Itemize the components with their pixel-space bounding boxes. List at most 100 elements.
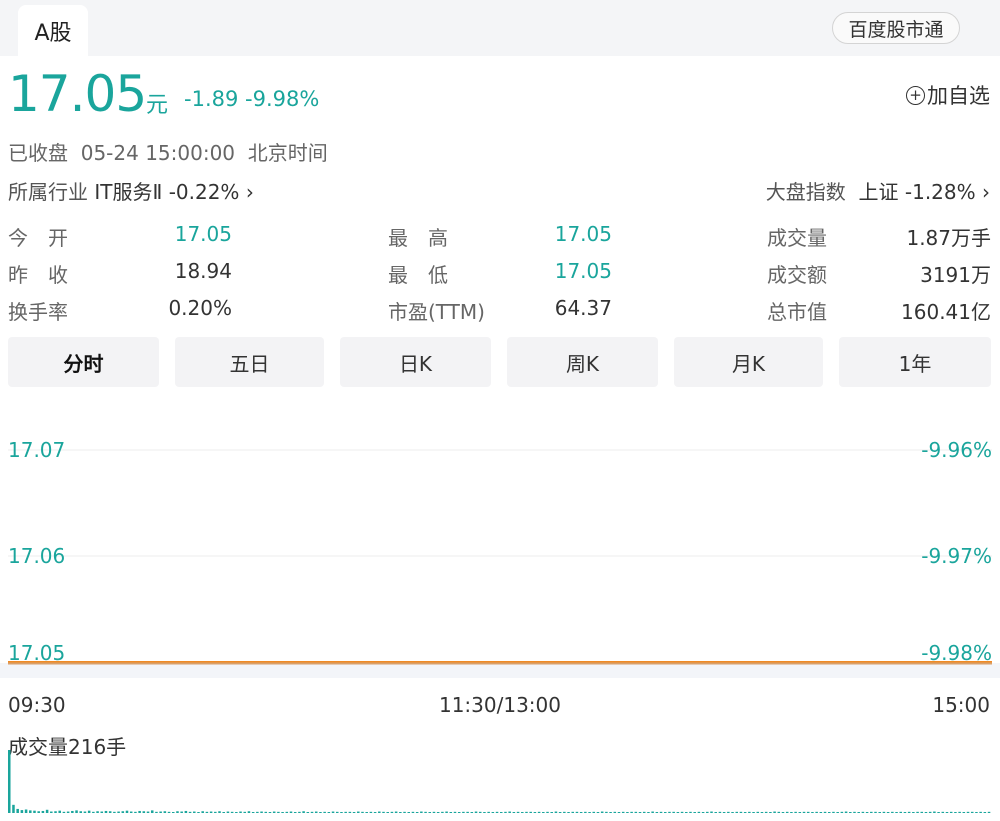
industry-name: IT服务Ⅱ [94, 180, 163, 204]
price-lines [8, 661, 992, 665]
volume-bar [407, 812, 411, 813]
volume-bar [693, 812, 696, 813]
chart-grid [0, 449, 1000, 678]
volume-bar [718, 811, 722, 813]
volume-bar [832, 811, 835, 813]
volume-bar [949, 811, 953, 813]
volume-bar [390, 811, 394, 813]
volume-bar [113, 811, 116, 813]
volume-bar [457, 812, 461, 813]
volume-bar [722, 812, 726, 813]
volume-bar [575, 811, 579, 813]
tab-one-year[interactable]: 1年 [839, 337, 991, 387]
pe-value: 64.37 [554, 296, 612, 320]
volume-bar [41, 810, 45, 813]
volume-bar [415, 812, 419, 813]
add-watchlist-button[interactable]: + 加自选 [906, 80, 990, 110]
tab-five-day[interactable]: 五日 [175, 337, 324, 387]
chart-labels: 17.07 17.06 17.05 -9.96% -9.97% -9.98% 09:30 11… [8, 438, 992, 759]
industry-label: 所属行业 [8, 180, 88, 204]
volume-bar [104, 810, 108, 813]
volume-bar [638, 812, 642, 813]
amount-label: 成交额 [767, 263, 827, 287]
volume-bar [878, 812, 881, 813]
volume-bar [462, 811, 465, 813]
volume-bar [201, 811, 204, 813]
volume-bar [54, 811, 57, 813]
tab-intraday[interactable]: 分时 [8, 337, 159, 387]
high-value: 17.05 [554, 222, 612, 246]
time-axis-label: 15:00 [932, 693, 990, 717]
volume-bar [958, 811, 961, 813]
market-status: 已收盘 05-24 15:00:00 北京时间 [8, 137, 328, 166]
volume-bar [798, 812, 802, 813]
industry-link[interactable]: 所属行业 IT服务Ⅱ -0.22% › [8, 176, 254, 205]
volume-bar [865, 812, 869, 813]
market-tab-a-share[interactable]: A股 [18, 5, 88, 56]
volume-bar [962, 812, 966, 813]
volume-bar [348, 811, 352, 813]
market-index-link[interactable]: 大盘指数 上证 -1.28% › [766, 176, 990, 205]
volume-bar [298, 811, 301, 813]
volume-bar [121, 811, 125, 813]
volume-bar [630, 811, 633, 813]
volume-bar [735, 811, 739, 813]
volume-bar [340, 812, 343, 813]
volume-bar [760, 812, 764, 813]
volume-bar [571, 811, 575, 813]
volume-bar [546, 811, 549, 813]
volume-bar [129, 811, 133, 813]
volume-bar [478, 811, 482, 813]
volume-bar [62, 811, 66, 813]
volume-bar [941, 811, 945, 813]
volume-bar [928, 811, 932, 813]
volume-bar [453, 811, 457, 813]
tab-weekly-k[interactable]: 周K [507, 337, 658, 387]
volume-bar [870, 811, 873, 813]
chevron-right-icon: › [245, 180, 254, 204]
volume-bar [58, 810, 61, 813]
volume-bar [550, 812, 553, 813]
status-state: 已收盘 [8, 141, 68, 165]
volume-bar [743, 812, 747, 813]
volume-bar [150, 810, 154, 814]
volume-bar [785, 811, 789, 813]
volume-bar [828, 812, 831, 813]
volume-bar [487, 811, 490, 813]
volume-bar [96, 811, 99, 813]
volume-bar [50, 811, 53, 813]
status-timezone: 北京时间 [247, 141, 328, 165]
volume-bar [12, 804, 15, 813]
volume-bar [180, 811, 183, 813]
volume-bar [554, 811, 558, 813]
tab-daily-k[interactable]: 日K [340, 337, 491, 387]
volume-bar [806, 811, 810, 813]
volume-bar [537, 811, 541, 813]
pe-label: 市盈(TTM) [388, 300, 485, 324]
volume-bar [613, 811, 617, 813]
volume-bar [411, 811, 415, 813]
volume-bar [420, 811, 423, 813]
volume-bar [365, 812, 368, 813]
volume-bar [886, 812, 890, 813]
volume-bar [634, 811, 638, 813]
volume-bar [441, 811, 444, 813]
volume-bar [642, 811, 646, 813]
intraday-chart[interactable]: 17.07 17.06 17.05 -9.96% -9.97% -9.98% 09:30 11… [0, 400, 1000, 821]
tab-monthly-k[interactable]: 月K [674, 337, 823, 387]
volume-bar [394, 811, 398, 813]
open-label: 今 开 [8, 226, 68, 250]
baidu-stock-button[interactable]: 百度股市通 [832, 12, 960, 44]
volume-bar [849, 812, 852, 813]
volume-bar [37, 811, 40, 813]
volume-bar [563, 811, 566, 813]
volume-bar [605, 811, 608, 813]
volume-bar [226, 811, 230, 813]
volume-bar [714, 812, 717, 813]
volume-bar [445, 811, 448, 813]
volume-bar [449, 812, 453, 813]
volume-bar [491, 812, 495, 813]
change-amount: -1.89 [184, 87, 239, 111]
volume-bar [895, 812, 898, 813]
volume-bar [24, 809, 28, 813]
